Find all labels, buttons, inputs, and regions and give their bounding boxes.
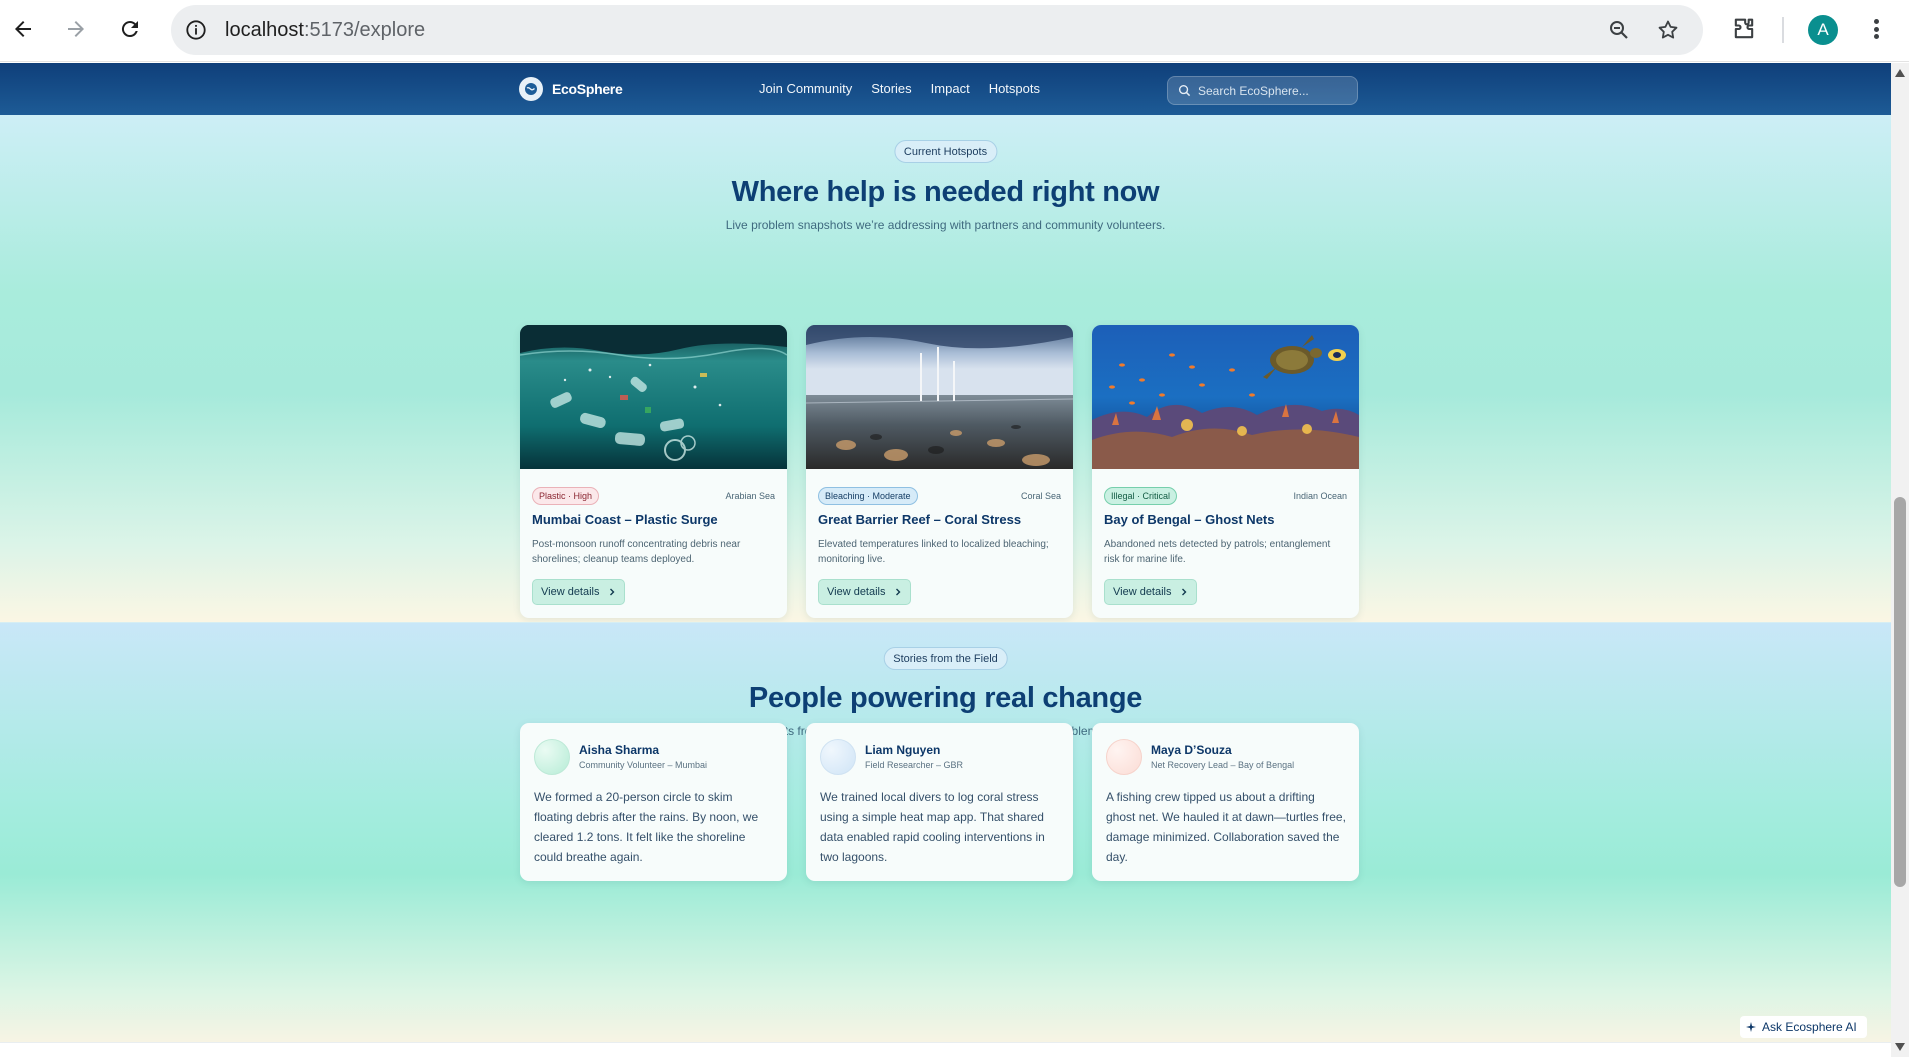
- region-label: Arabian Sea: [725, 491, 775, 501]
- profile-avatar[interactable]: A: [1808, 15, 1838, 45]
- site-info-icon[interactable]: [183, 17, 209, 43]
- story-quote: We trained local divers to log coral str…: [820, 790, 1045, 864]
- ask-ai-button[interactable]: Ask Ecosphere AI: [1740, 1016, 1867, 1038]
- view-details-button[interactable]: View details: [818, 579, 911, 605]
- shoreline-image: [806, 325, 1073, 469]
- section-title: People powering real change: [748, 682, 1143, 714]
- site-header: EcoSphere Join Community Stories Impact …: [0, 63, 1891, 115]
- button-label: View details: [827, 586, 886, 598]
- scrollbar-thumb[interactable]: [1894, 497, 1906, 887]
- reload-button[interactable]: [112, 11, 148, 47]
- url-path: :5173/explore: [303, 19, 426, 41]
- button-label: View details: [1113, 586, 1172, 598]
- hotspot-card[interactable]: Illegal · Critical Indian Ocean Bay of B…: [1092, 325, 1359, 618]
- severity-tag: Illegal · Critical: [1104, 487, 1178, 505]
- toolbar-divider: [1782, 17, 1784, 43]
- search-icon: [1178, 84, 1191, 97]
- story-author-name: Maya D’Souza: [1151, 743, 1232, 757]
- story-quote: We formed a 20-person circle to skim flo…: [534, 790, 759, 864]
- search-input[interactable]: [1198, 83, 1348, 98]
- story-quote: A fishing crew tipped us about a driftin…: [1106, 790, 1346, 864]
- section-pill: Stories from the Field: [883, 647, 1008, 670]
- globe-logo-icon: [519, 77, 543, 101]
- story-card: Aisha Sharma Community Volunteer – Mumba…: [520, 723, 787, 881]
- nav-join-community[interactable]: Join Community: [759, 81, 852, 96]
- story-author-name: Aisha Sharma: [579, 743, 660, 757]
- bookmark-star-icon[interactable]: [1656, 18, 1680, 42]
- section-pill: Current Hotspots: [893, 140, 998, 163]
- story-author-role: Field Researcher – GBR: [865, 760, 964, 770]
- ask-ai-label: Ask Ecosphere AI: [1762, 1020, 1857, 1034]
- forward-button[interactable]: [58, 11, 94, 47]
- hotspot-card[interactable]: Plastic · High Arabian Sea Mumbai Coast …: [520, 325, 787, 618]
- card-description: Elevated temperatures linked to localize…: [818, 539, 1049, 565]
- nav-hotspots[interactable]: Hotspots: [989, 81, 1040, 96]
- chevron-right-icon: [895, 588, 900, 596]
- avatar: [534, 739, 570, 775]
- reload-icon: [121, 21, 138, 38]
- card-description: Post-monsoon runoff concentrating debris…: [532, 539, 741, 565]
- page-viewport: EcoSphere Join Community Stories Impact …: [0, 63, 1891, 1057]
- scroll-up-arrow-icon[interactable]: [1895, 69, 1905, 77]
- footer-strip: [0, 1042, 1891, 1057]
- zoom-icon[interactable]: [1607, 18, 1631, 42]
- site-search[interactable]: [1167, 76, 1358, 105]
- view-details-button[interactable]: View details: [532, 579, 625, 605]
- nav-stories[interactable]: Stories: [871, 81, 911, 96]
- stories-section: Stories from the Field People powering r…: [0, 622, 1891, 1042]
- story-author-role: Net Recovery Lead – Bay of Bengal: [1151, 760, 1295, 770]
- hotspots-section: Current Hotspots Where help is needed ri…: [0, 115, 1891, 622]
- story-author-name: Liam Nguyen: [865, 743, 941, 757]
- view-details-button[interactable]: View details: [1104, 579, 1197, 605]
- story-author-role: Community Volunteer – Mumbai: [579, 760, 708, 770]
- brand-name: EcoSphere: [552, 81, 623, 97]
- back-arrow-icon: [15, 21, 31, 37]
- url-text[interactable]: localhost:5173/explore: [225, 19, 425, 42]
- main-nav: Join Community Stories Impact Hotspots: [759, 81, 1040, 96]
- hotspot-card[interactable]: Bleaching · Moderate Coral Sea Great Bar…: [806, 325, 1073, 618]
- card-title: Great Barrier Reef – Coral Stress: [818, 512, 1022, 527]
- card-title: Mumbai Coast – Plastic Surge: [532, 512, 718, 527]
- story-card: Liam Nguyen Field Researcher – GBR We tr…: [806, 723, 1073, 881]
- browser-menu-icon[interactable]: [1864, 14, 1888, 44]
- card-title: Bay of Bengal – Ghost Nets: [1104, 512, 1275, 527]
- section-subtitle: Live problem snapshots we’re addressing …: [725, 218, 1166, 232]
- sparkle-icon: [1746, 1022, 1756, 1032]
- severity-tag: Plastic · High: [532, 487, 600, 505]
- card-description: Abandoned nets detected by patrols; enta…: [1104, 539, 1331, 565]
- severity-tag: Bleaching · Moderate: [818, 487, 918, 505]
- url-host: localhost: [225, 19, 304, 41]
- scroll-down-arrow-icon[interactable]: [1895, 1043, 1905, 1051]
- brand[interactable]: EcoSphere: [519, 77, 623, 101]
- region-label: Indian Ocean: [1293, 491, 1347, 501]
- region-label: Coral Sea: [1020, 491, 1061, 501]
- coral-reef-turtle-image: [1092, 325, 1359, 469]
- chevron-right-icon: [609, 588, 614, 596]
- button-label: View details: [541, 586, 600, 598]
- back-button[interactable]: [5, 11, 41, 47]
- browser-toolbar: localhost:5173/explore A: [0, 0, 1909, 62]
- story-card: Maya D’Souza Net Recovery Lead – Bay of …: [1092, 723, 1359, 881]
- page-scrollbar[interactable]: [1891, 63, 1909, 1057]
- section-title: Where help is needed right now: [731, 176, 1160, 208]
- avatar: [820, 739, 856, 775]
- forward-arrow-icon: [68, 21, 84, 37]
- plastic-underwater-image: [520, 325, 787, 469]
- avatar: [1106, 739, 1142, 775]
- extensions-puzzle-icon[interactable]: [1730, 15, 1758, 43]
- address-bar[interactable]: localhost:5173/explore: [171, 5, 1703, 55]
- nav-impact[interactable]: Impact: [931, 81, 970, 96]
- chevron-right-icon: [1181, 588, 1186, 596]
